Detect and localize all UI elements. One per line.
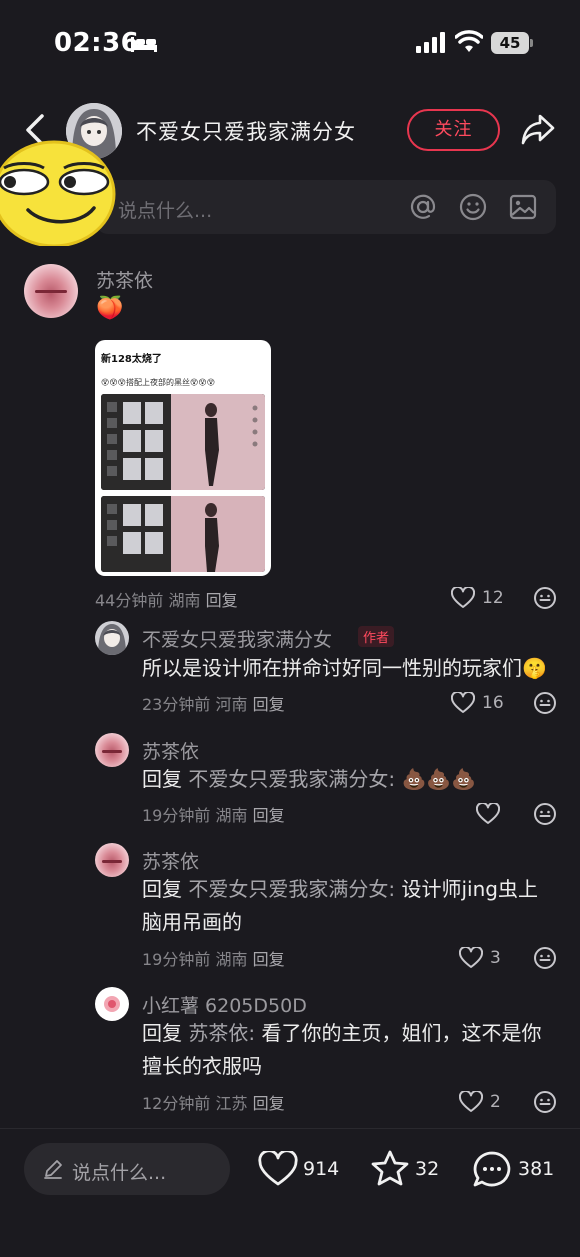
image-icon[interactable] [509, 193, 537, 221]
comment-input-bottom[interactable]: 说点什么... [24, 1143, 230, 1195]
battery-indicator: 45 [491, 32, 529, 54]
bottom-divider [0, 1128, 580, 1129]
reply-region: 湖南 [215, 950, 248, 969]
comment-bubble-icon[interactable] [472, 1150, 512, 1188]
reply-avatar[interactable] [95, 733, 129, 767]
follow-button[interactable]: 关注 [407, 109, 500, 151]
comment-input-placeholder: 说点什么... [72, 1162, 167, 1184]
at-icon[interactable] [408, 192, 438, 222]
reply-meta: 19分钟前 湖南 回复 [142, 946, 285, 970]
comment-icon[interactable] [0, 0, 40, 38]
like-count: 3 [490, 948, 501, 968]
header-username[interactable]: 不爱女只爱我家满分女 [136, 116, 356, 146]
game-screenshot-2 [101, 496, 265, 572]
reply-body-line1: 看了你的主页，姐们，这不是你 [261, 1021, 542, 1045]
reply-body-line2: 擅长的衣服吗 [142, 1054, 262, 1078]
reply-prefix: 回复 [142, 767, 182, 791]
reply-icon[interactable] [533, 691, 557, 715]
comment-time: 44分钟前 [95, 591, 164, 610]
reply-region: 湖南 [215, 806, 248, 825]
commenter-avatar[interactable] [24, 264, 78, 318]
reply-body: 💩💩💩 [401, 767, 477, 791]
comment-emoji: 🍑 [96, 296, 124, 321]
reply-link[interactable]: 回复 [206, 591, 238, 610]
heart-icon[interactable] [459, 947, 483, 969]
reply-username[interactable]: 不爱女只爱我家满分女 [142, 625, 332, 652]
image-title: 新128太烧了 [101, 354, 162, 365]
reply-time: 23分钟前 [142, 695, 211, 714]
reply-text: 回复 苏茶依: 看了你的主页，姐们，这不是你 擅长的衣服吗 [142, 1017, 562, 1083]
reply-avatar[interactable] [95, 843, 129, 877]
smirk-emoji-sticker [0, 140, 116, 246]
like-count: 12 [482, 588, 504, 608]
reply-link[interactable]: 回复 [253, 695, 285, 714]
reply-icon[interactable] [533, 1090, 557, 1114]
reply-avatar[interactable] [95, 987, 129, 1021]
emoji-icon[interactable] [458, 192, 488, 222]
reply-prefix: 回复 [142, 1021, 182, 1045]
star-icon[interactable] [370, 1149, 410, 1187]
reply-region: 江苏 [215, 1094, 248, 1113]
heart-icon[interactable] [476, 803, 500, 825]
comment-input-placeholder: 说点什么... [118, 200, 213, 222]
comment-input-top[interactable]: 说点什么... [96, 180, 556, 234]
heart-icon[interactable] [451, 692, 475, 714]
bed-icon [131, 37, 157, 52]
reply-time: 19分钟前 [142, 950, 211, 969]
author-badge: 作者 [358, 626, 395, 647]
reply-link[interactable]: 回复 [253, 950, 285, 969]
game-screenshot-1 [101, 394, 265, 490]
reply-username[interactable]: 苏茶依 [142, 847, 199, 874]
heart-icon[interactable] [459, 1091, 483, 1113]
reply-time: 12分钟前 [142, 1094, 211, 1113]
signal-icon [416, 32, 445, 53]
reply-username[interactable]: 苏茶依 [142, 737, 199, 764]
reply-link[interactable]: 回复 [253, 1094, 285, 1113]
reply-meta: 19分钟前 湖南 回复 [142, 802, 285, 826]
like-count-total: 914 [303, 1158, 340, 1180]
reply-meta: 12分钟前 江苏 回复 [142, 1090, 285, 1114]
reply-text: 所以是设计师在拼命讨好同一性别的玩家们🤫 [142, 656, 547, 680]
pen-icon [44, 1160, 62, 1179]
reply-body-line1: 设计师jing虫上 [401, 877, 538, 901]
comment-image[interactable]: 新128太烧了 😵😵😵搭配上夜部的黑丝😵😵😵 [95, 340, 271, 576]
star-count: 32 [415, 1158, 440, 1180]
heart-icon[interactable] [451, 587, 475, 609]
reply-avatar[interactable] [95, 621, 129, 655]
reply-region: 河南 [215, 695, 248, 714]
reply-username[interactable]: 小红薯 6205D50D [142, 991, 307, 1018]
reply-mention[interactable]: 不爱女只爱我家满分女: [188, 767, 395, 791]
like-count: 2 [490, 1092, 501, 1112]
reply-meta: 23分钟前 河南 回复 [142, 691, 285, 715]
reply-prefix: 回复 [142, 877, 182, 901]
status-bar: 02:36 45 [0, 0, 580, 90]
reply-mention[interactable]: 苏茶依: [188, 1021, 255, 1045]
reply-body-line2: 脑用吊画的 [142, 910, 242, 934]
comment-count: 381 [518, 1158, 555, 1180]
share-icon[interactable] [520, 112, 556, 146]
reply-icon[interactable] [533, 802, 557, 826]
reply-link[interactable]: 回复 [253, 806, 285, 825]
wifi-icon [455, 30, 483, 52]
status-time: 02:36 [54, 28, 140, 58]
reply-icon[interactable] [533, 586, 557, 610]
heart-icon[interactable] [258, 1151, 298, 1187]
like-count: 16 [482, 693, 504, 713]
reply-text: 回复 不爱女只爱我家满分女: 设计师jing虫上 脑用吊画的 [142, 873, 562, 939]
reply-icon[interactable] [533, 946, 557, 970]
image-subtitle: 😵😵😵搭配上夜部的黑丝😵😵😵 [101, 378, 216, 387]
comment-username[interactable]: 苏茶依 [96, 266, 153, 293]
reply-time: 19分钟前 [142, 806, 211, 825]
reply-text: 回复 不爱女只爱我家满分女: 💩💩💩 [142, 763, 476, 796]
comment-region: 湖南 [168, 591, 201, 610]
reply-mention[interactable]: 不爱女只爱我家满分女: [188, 877, 395, 901]
battery-nub [530, 39, 533, 47]
comment-meta: 44分钟前 湖南 回复 [95, 587, 238, 611]
